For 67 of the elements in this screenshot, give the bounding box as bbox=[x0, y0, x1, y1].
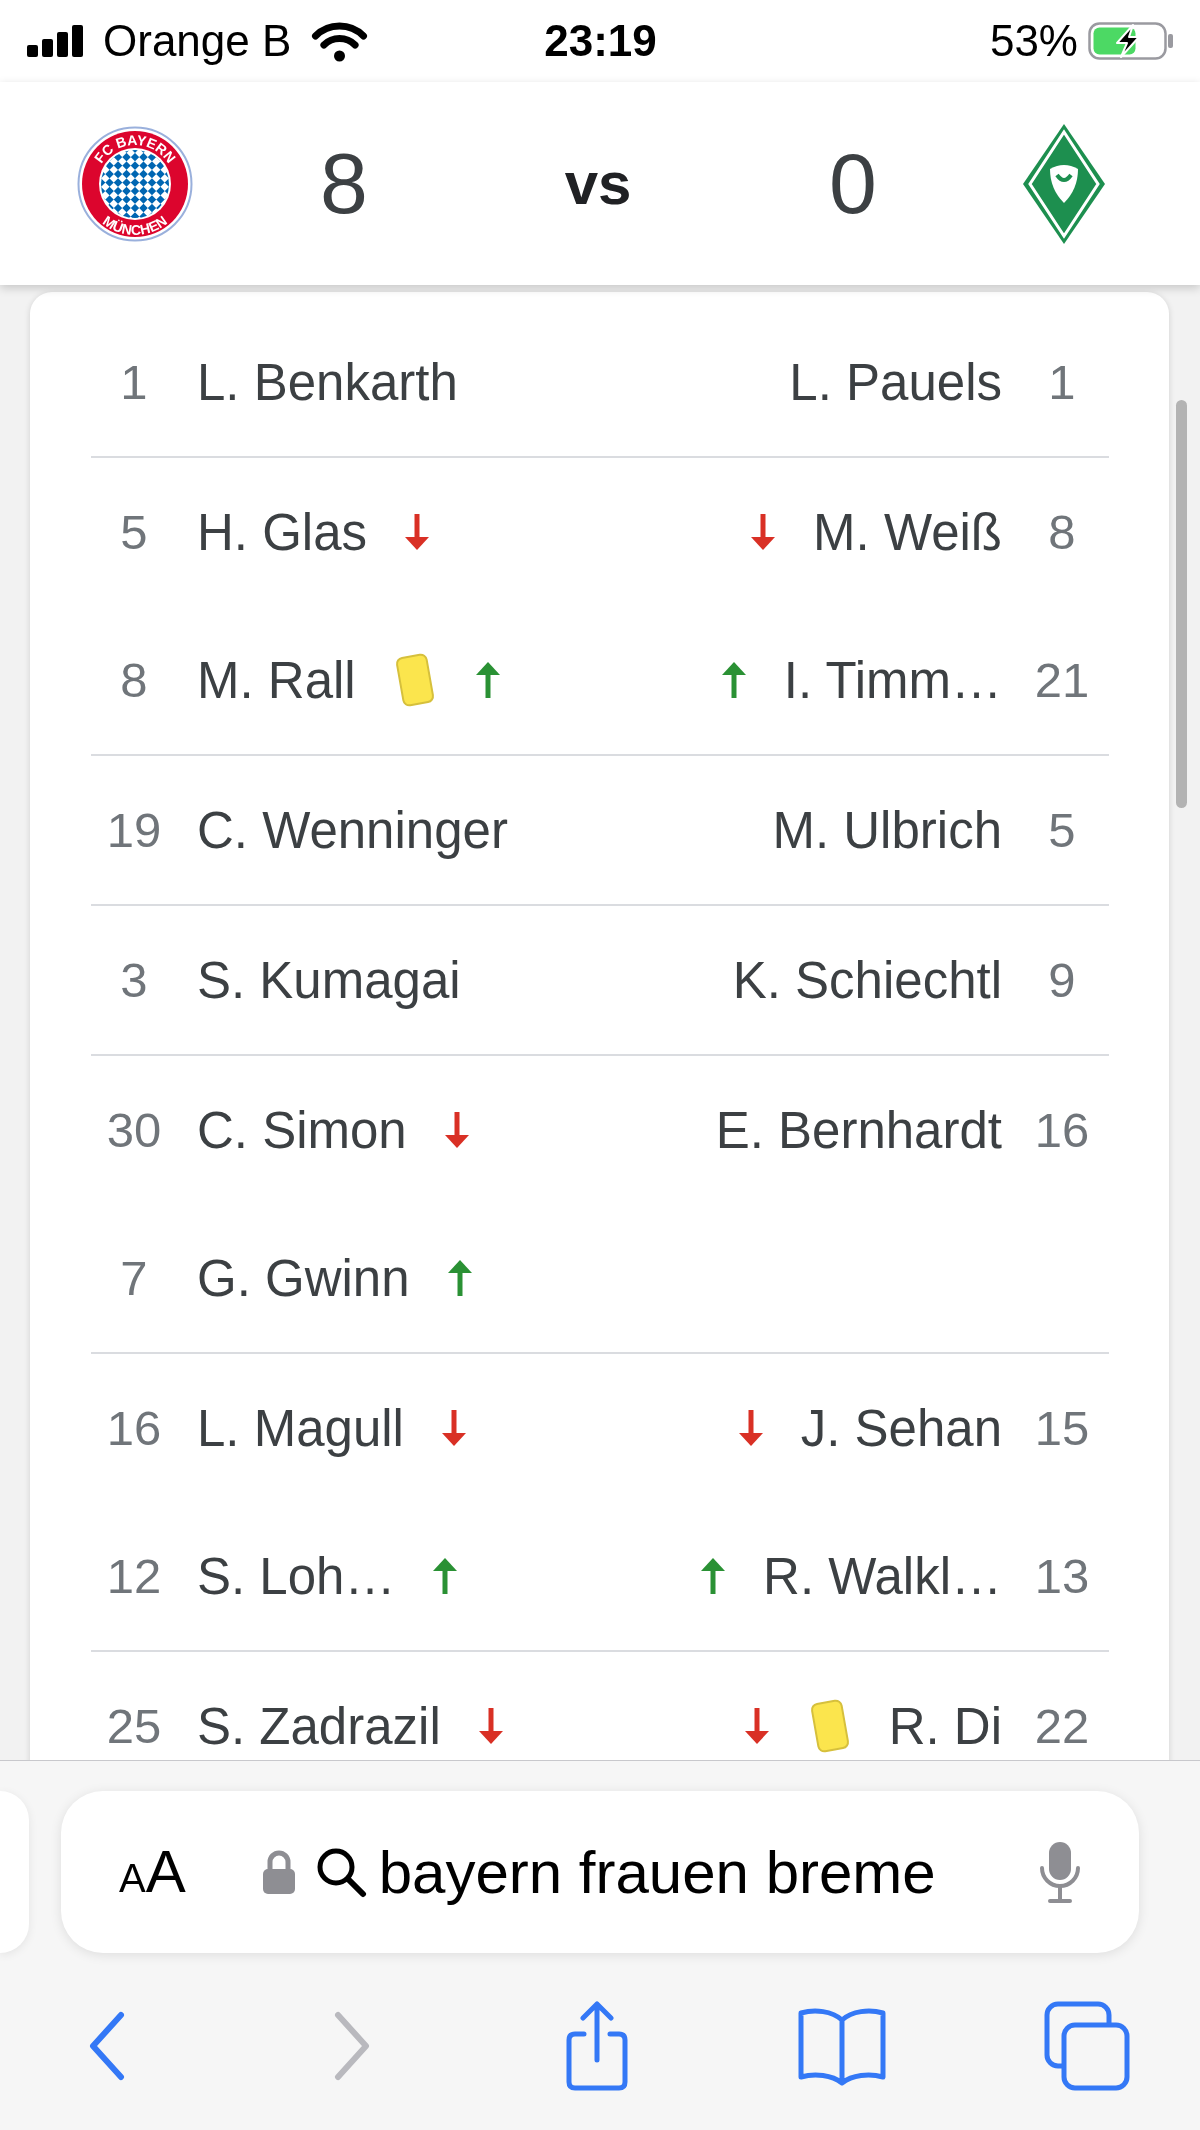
player-name: L. Pauels bbox=[789, 352, 1002, 412]
shirt-number: 21 bbox=[1033, 652, 1091, 708]
shirt-number: 5 bbox=[119, 504, 149, 560]
shirt-number: 22 bbox=[1033, 1698, 1091, 1754]
player-name: L. Benkarth bbox=[197, 352, 458, 412]
up-arrow-icon bbox=[699, 1557, 728, 1595]
player-name: M. Weiß bbox=[813, 502, 1002, 562]
shirt-number: 16 bbox=[1033, 1102, 1091, 1158]
team-score: 8 bbox=[320, 134, 368, 233]
player-name: C. Wenninger bbox=[197, 800, 508, 860]
shirt-number: 5 bbox=[1047, 802, 1077, 858]
player-name: J. Sehan bbox=[800, 1398, 1002, 1458]
down-arrow-icon bbox=[736, 1409, 765, 1447]
player-name: C. Simon bbox=[197, 1100, 407, 1160]
scrollbar-thumb[interactable] bbox=[1176, 400, 1187, 808]
up-arrow-icon bbox=[473, 661, 502, 699]
shirt-number: 13 bbox=[1033, 1548, 1091, 1604]
microphone-icon[interactable] bbox=[1037, 1840, 1083, 1904]
shirt-number: 16 bbox=[105, 1400, 163, 1456]
up-arrow-icon bbox=[431, 1557, 460, 1595]
versus-label: vs bbox=[564, 149, 632, 218]
player-name: G. Gwinn bbox=[197, 1248, 410, 1308]
up-arrow-icon bbox=[445, 1259, 474, 1297]
signal-icon bbox=[27, 25, 84, 57]
battery-icon bbox=[1088, 22, 1174, 60]
carrier-name: Orange B bbox=[103, 16, 292, 66]
player-name: S. Kumagai bbox=[197, 950, 461, 1010]
player-name: L. Magull bbox=[197, 1398, 404, 1458]
player-name: I. Timm… bbox=[783, 650, 1002, 710]
tabs-icon[interactable] bbox=[1043, 2001, 1130, 2091]
shirt-number: 25 bbox=[105, 1698, 163, 1754]
text-size-button[interactable]: AA bbox=[119, 1842, 186, 1902]
shirt-number: 8 bbox=[119, 652, 149, 708]
player-name: M. Ulbrich bbox=[772, 800, 1002, 860]
team-score: 0 bbox=[829, 134, 877, 233]
up-arrow-icon bbox=[719, 661, 748, 699]
address-bar[interactable]: AA bayern frauen breme bbox=[61, 1791, 1139, 1953]
player-name: E. Bernhardt bbox=[715, 1100, 1002, 1160]
player-name: M. Rall bbox=[197, 650, 356, 710]
down-arrow-icon bbox=[442, 1111, 471, 1149]
crest-text: MÜNCHEN bbox=[100, 211, 170, 238]
player-name: S. Loh… bbox=[197, 1546, 396, 1606]
player-name: S. Zadrazil bbox=[197, 1696, 441, 1756]
shirt-number: 3 bbox=[119, 952, 149, 1008]
shirt-number: 8 bbox=[1047, 504, 1077, 560]
lock-icon bbox=[260, 1849, 297, 1895]
down-arrow-icon bbox=[439, 1409, 468, 1447]
shirt-number: 15 bbox=[1033, 1400, 1091, 1456]
player-name: R. Di bbox=[888, 1696, 1002, 1756]
down-arrow-icon bbox=[476, 1707, 505, 1745]
shirt-number: 1 bbox=[1047, 354, 1077, 410]
shirt-number: 1 bbox=[119, 354, 149, 410]
down-arrow-icon bbox=[742, 1707, 771, 1745]
address-field[interactable]: bayern frauen breme bbox=[378, 1837, 1037, 1907]
down-arrow-icon bbox=[749, 513, 778, 551]
shirt-number: 7 bbox=[119, 1250, 149, 1306]
shirt-number: 12 bbox=[105, 1548, 163, 1604]
shirt-number: 30 bbox=[105, 1102, 163, 1158]
book-icon[interactable] bbox=[796, 2006, 887, 2086]
shirt-number: 9 bbox=[1047, 952, 1077, 1008]
battery-percentage: 53% bbox=[989, 16, 1078, 66]
player-name: K. Schiechtl bbox=[732, 950, 1002, 1010]
down-arrow-icon bbox=[403, 513, 432, 551]
shirt-number: 19 bbox=[105, 802, 163, 858]
clock-time: 23:19 bbox=[544, 16, 657, 66]
player-name: H. Glas bbox=[197, 502, 368, 562]
player-name: R. Walkl… bbox=[763, 1546, 1002, 1606]
